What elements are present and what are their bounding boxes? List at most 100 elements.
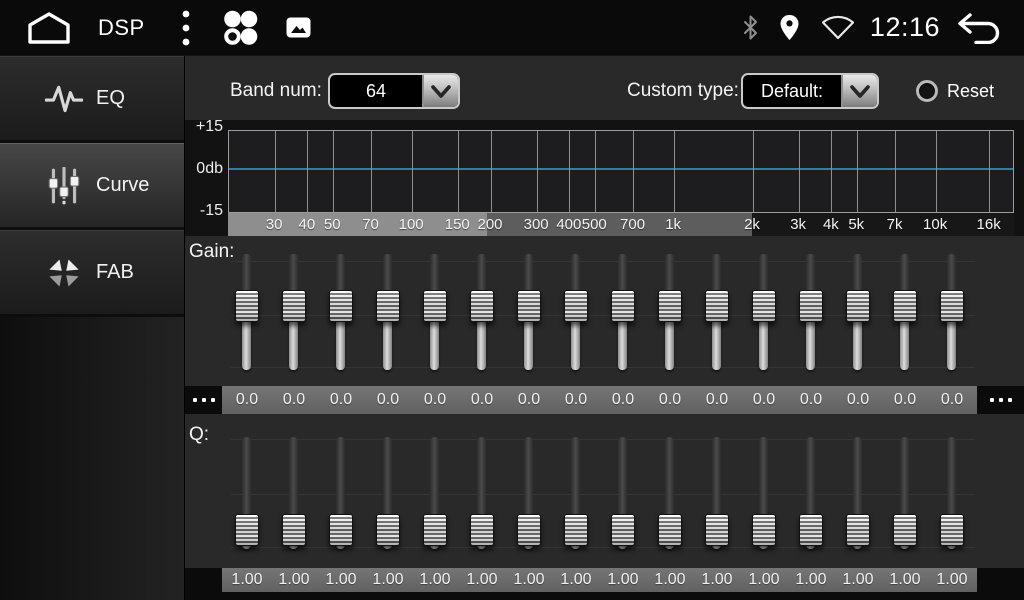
fab-arrows-icon bbox=[44, 253, 84, 293]
q-slider[interactable] bbox=[611, 437, 635, 549]
slider-knob[interactable] bbox=[752, 290, 776, 322]
freq-tick-label: 700 bbox=[620, 213, 645, 236]
slider-knob[interactable] bbox=[611, 290, 635, 322]
chevron-down-icon bbox=[841, 75, 877, 107]
slider-knob[interactable] bbox=[376, 514, 400, 546]
grid-line bbox=[595, 131, 596, 212]
q-slider[interactable] bbox=[517, 437, 541, 549]
slider-knob[interactable] bbox=[611, 514, 635, 546]
q-slider[interactable] bbox=[376, 437, 400, 549]
sidebar-item-eq[interactable]: EQ bbox=[0, 56, 184, 143]
q-slider[interactable] bbox=[423, 437, 447, 549]
graph-plot-area bbox=[228, 130, 1014, 213]
slider-knob[interactable] bbox=[329, 290, 353, 322]
gallery-icon[interactable] bbox=[285, 14, 312, 41]
q-value: 1.00 bbox=[560, 568, 591, 592]
gain-slider[interactable] bbox=[940, 254, 964, 370]
q-slider[interactable] bbox=[329, 437, 353, 549]
slider-knob[interactable] bbox=[799, 290, 823, 322]
slider-knob[interactable] bbox=[564, 290, 588, 322]
q-slider[interactable] bbox=[893, 437, 917, 549]
eq-curve-graph: +15 0db -15 3040507010015020030040050070… bbox=[185, 120, 1024, 236]
q-slider[interactable] bbox=[752, 437, 776, 549]
slider-knob[interactable] bbox=[893, 514, 917, 546]
q-slider[interactable] bbox=[658, 437, 682, 549]
apps-clover-icon[interactable] bbox=[221, 8, 259, 48]
freq-tick-label: 500 bbox=[582, 213, 607, 236]
slider-knob[interactable] bbox=[564, 514, 588, 546]
slider-track bbox=[336, 437, 345, 518]
slider-knob[interactable] bbox=[940, 514, 964, 546]
slider-knob[interactable] bbox=[517, 290, 541, 322]
slider-knob[interactable] bbox=[470, 290, 494, 322]
q-slider[interactable] bbox=[564, 437, 588, 549]
back-icon[interactable] bbox=[956, 12, 1002, 44]
sidebar-item-curve[interactable]: Curve bbox=[0, 143, 184, 230]
slider-knob[interactable] bbox=[799, 514, 823, 546]
gain-slider[interactable] bbox=[329, 254, 353, 370]
overflow-menu-icon[interactable] bbox=[181, 9, 191, 47]
q-value: 1.00 bbox=[654, 568, 685, 592]
q-slider[interactable] bbox=[235, 437, 259, 549]
reset-button[interactable]: Reset bbox=[916, 73, 994, 109]
gain-value: 0.0 bbox=[659, 386, 681, 414]
slider-knob[interactable] bbox=[282, 514, 306, 546]
slider-knob[interactable] bbox=[376, 290, 400, 322]
gain-more-left-button[interactable] bbox=[185, 386, 222, 414]
q-value: 1.00 bbox=[748, 568, 779, 592]
slider-track bbox=[759, 254, 768, 294]
slider-knob[interactable] bbox=[846, 290, 870, 322]
band-num-select[interactable]: 64 bbox=[328, 73, 460, 109]
gain-slider[interactable] bbox=[705, 254, 729, 370]
location-pin-icon bbox=[779, 14, 800, 41]
slider-knob[interactable] bbox=[235, 290, 259, 322]
slider-knob[interactable] bbox=[752, 514, 776, 546]
slider-knob[interactable] bbox=[329, 514, 353, 546]
q-slider[interactable] bbox=[940, 437, 964, 549]
q-value: 1.00 bbox=[372, 568, 403, 592]
sidebar-item-fab[interactable]: FAB bbox=[0, 230, 184, 317]
slider-knob[interactable] bbox=[423, 514, 447, 546]
gain-slider[interactable] bbox=[846, 254, 870, 370]
q-slider[interactable] bbox=[846, 437, 870, 549]
q-slider[interactable] bbox=[705, 437, 729, 549]
slider-knob[interactable] bbox=[282, 290, 306, 322]
slider-knob[interactable] bbox=[940, 290, 964, 322]
sidebar-item-label: FAB bbox=[96, 261, 134, 284]
slider-knob[interactable] bbox=[846, 514, 870, 546]
freq-tick-label: 3k bbox=[790, 213, 806, 236]
slider-knob[interactable] bbox=[517, 514, 541, 546]
slider-knob[interactable] bbox=[705, 290, 729, 322]
q-slider[interactable] bbox=[282, 437, 306, 549]
slider-knob[interactable] bbox=[470, 514, 494, 546]
gain-slider[interactable] bbox=[282, 254, 306, 370]
gain-slider[interactable] bbox=[470, 254, 494, 370]
slider-knob[interactable] bbox=[423, 290, 447, 322]
freq-tick-label: 5k bbox=[848, 213, 864, 236]
gain-slider[interactable] bbox=[799, 254, 823, 370]
gain-slider[interactable] bbox=[611, 254, 635, 370]
grid-line bbox=[307, 131, 308, 212]
custom-type-select[interactable]: Default: bbox=[741, 73, 879, 109]
slider-knob[interactable] bbox=[658, 514, 682, 546]
slider-knob[interactable] bbox=[658, 290, 682, 322]
slider-knob[interactable] bbox=[705, 514, 729, 546]
home-icon[interactable] bbox=[26, 11, 72, 45]
freq-tick-label: 16k bbox=[977, 213, 1001, 236]
gain-slider[interactable] bbox=[893, 254, 917, 370]
gain-slider[interactable] bbox=[423, 254, 447, 370]
q-slider[interactable] bbox=[470, 437, 494, 549]
gain-more-right-button[interactable] bbox=[977, 386, 1024, 414]
slider-knob[interactable] bbox=[235, 514, 259, 546]
gain-slider[interactable] bbox=[564, 254, 588, 370]
gain-slider[interactable] bbox=[658, 254, 682, 370]
grid-line bbox=[936, 131, 937, 212]
grid-line bbox=[753, 131, 754, 212]
gain-slider[interactable] bbox=[752, 254, 776, 370]
gain-slider[interactable] bbox=[235, 254, 259, 370]
gain-value: 0.0 bbox=[800, 386, 822, 414]
q-slider[interactable] bbox=[799, 437, 823, 549]
gain-slider[interactable] bbox=[376, 254, 400, 370]
slider-knob[interactable] bbox=[893, 290, 917, 322]
gain-slider[interactable] bbox=[517, 254, 541, 370]
